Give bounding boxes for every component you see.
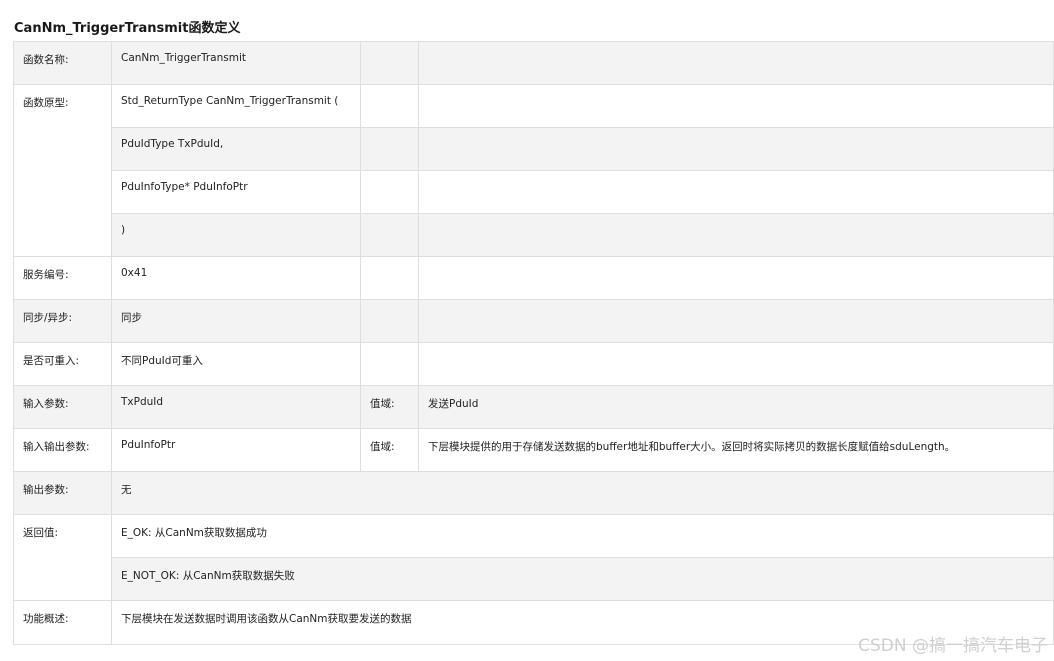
prototype-line: Std_ReturnType CanNm_TriggerTransmit ( [111,84,361,128]
range-label: 值域: [360,385,419,429]
empty-cell [360,213,419,257]
empty-cell [360,127,419,171]
row-value: CanNm_TriggerTransmit [111,41,361,85]
page-title: CanNm_TriggerTransmit函数定义 [14,21,241,36]
range-value: 下层模块提供的用于存储发送数据的buffer地址和buffer大小。返回时将实际… [418,428,1054,472]
empty-cell [360,170,419,214]
function-definition-table: 函数名称: CanNm_TriggerTransmit 函数原型: Std_Re… [13,41,1054,645]
empty-cell [418,299,1054,343]
range-label: 值域: [360,428,419,472]
table-row-params-out: 输出参数: 无 [13,471,1054,515]
row-label: 返回值: [13,514,112,601]
row-value: PduInfoPtr [111,428,361,472]
table-row-service-id: 服务编号: 0x41 [13,256,1054,300]
table-row-params-inout: 输入输出参数: PduInfoPtr 值域: 下层模块提供的用于存储发送数据的b… [13,428,1054,472]
empty-cell [360,84,419,128]
table-row-name: 函数名称: CanNm_TriggerTransmit [13,41,1054,85]
prototype-line: PduInfoType* PduInfoPtr [111,170,361,214]
table-row-prototype-cont: PduIdType TxPduId, [14,127,1054,171]
row-label: 输入输出参数: [13,428,112,472]
empty-cell [360,342,419,386]
return-line: E_NOT_OK: 从CanNm获取数据失败 [111,557,1054,601]
row-label: 函数名称: [13,41,112,85]
empty-cell [418,127,1054,171]
prototype-line: ) [111,213,361,257]
table-row-return-cont: E_NOT_OK: 从CanNm获取数据失败 [14,557,1054,601]
table-row-return: 返回值: E_OK: 从CanNm获取数据成功 [13,514,1054,601]
row-value: 0x41 [111,256,361,300]
return-line: E_OK: 从CanNm获取数据成功 [111,514,1054,558]
range-value: 发送PduId [418,385,1054,429]
row-label: 同步/异步: [13,299,112,343]
empty-cell [418,41,1054,85]
empty-cell [418,213,1054,257]
empty-cell [360,41,419,85]
empty-cell [418,256,1054,300]
table-row-sync: 同步/异步: 同步 [13,299,1054,343]
empty-cell [418,170,1054,214]
table-row-reentrancy: 是否可重入: 不同PduId可重入 [13,342,1054,386]
row-label: 输入参数: [13,385,112,429]
row-label: 是否可重入: [13,342,112,386]
row-value: 同步 [111,299,361,343]
row-value: TxPduId [111,385,361,429]
table-row-prototype-cont: PduInfoType* PduInfoPtr [14,170,1054,214]
empty-cell [360,256,419,300]
empty-cell [360,299,419,343]
prototype-line: PduIdType TxPduId, [111,127,361,171]
watermark: CSDN @搞一搞汽车电子 [858,636,1048,656]
row-label: 功能概述: [13,600,112,645]
empty-cell [418,84,1054,128]
row-label: 输出参数: [13,471,112,515]
table-row-prototype: 函数原型: Std_ReturnType CanNm_TriggerTransm… [13,84,1054,257]
empty-cell [418,342,1054,386]
row-label: 服务编号: [13,256,112,300]
row-value: 无 [111,471,1054,515]
table-row-prototype-cont: ) [14,213,1054,257]
row-value: 不同PduId可重入 [111,342,361,386]
row-label: 函数原型: [13,84,112,257]
table-row-params-in: 输入参数: TxPduId 值域: 发送PduId [13,385,1054,429]
